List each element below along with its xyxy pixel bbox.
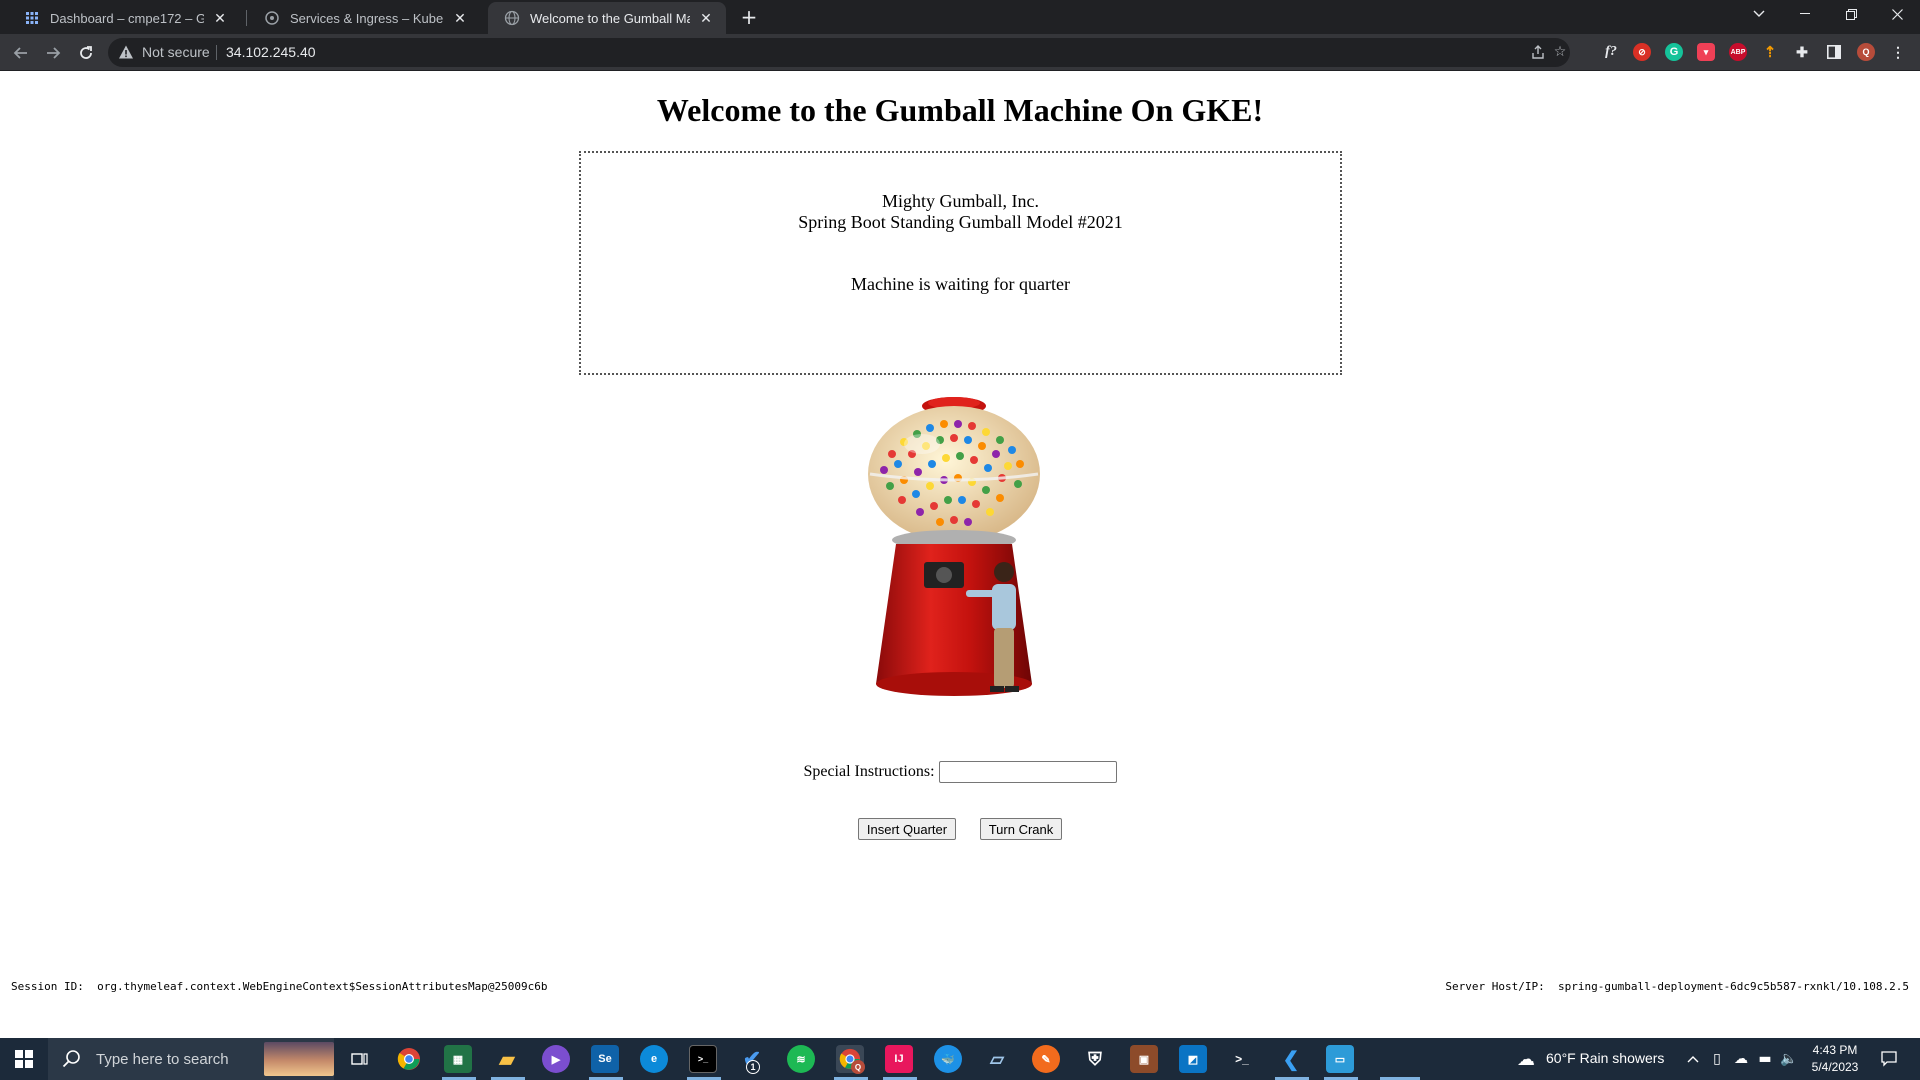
todo-badge: 1 [746,1060,760,1074]
device-icon[interactable]: ▯ [1708,1050,1726,1068]
photos-app-icon[interactable]: ◩ [1179,1045,1207,1073]
close-tab-icon[interactable]: ✕ [698,10,714,26]
network-off-icon[interactable]: ☁ [1732,1050,1750,1068]
arrow-up-extension-icon[interactable]: ⇡ [1761,43,1779,61]
sheets-app-icon[interactable]: ▦ [444,1045,472,1073]
close-tab-icon[interactable]: ✕ [212,10,228,26]
gumball-machine-image [868,397,1040,696]
machine-message-box: Mighty Gumball, Inc. Spring Boot Standin… [579,151,1342,375]
close-tab-icon[interactable]: ✕ [452,10,468,26]
server-host-value: spring-gumball-deployment-6dc9c5b587-rxn… [1558,980,1909,993]
tab-separator [246,10,247,26]
spotify-app-icon[interactable]: ≋ [787,1045,815,1073]
chevron-up-icon[interactable] [1684,1050,1702,1068]
notifications-icon[interactable] [1878,1050,1900,1068]
chrome-menu-icon[interactable]: ⋮ [1889,43,1907,61]
postman-app-icon[interactable]: ✎ [1032,1045,1060,1073]
grammarly-extension-icon[interactable]: G [1665,43,1683,61]
taskbar-clock[interactable]: 4:43 PM 5/4/2023 [1800,1042,1870,1076]
windows-start-icon[interactable] [0,1038,48,1080]
formula-extension-icon[interactable]: f? [1602,43,1620,61]
docker-app-icon[interactable]: 🐳 [934,1045,962,1073]
globe-favicon [504,10,520,26]
tab-title: Services & Ingress – Kubernetes [290,10,444,26]
search-highlight-image [264,1042,334,1076]
gumball-page: Welcome to the Gumball Machine On GKE! M… [0,72,1920,1038]
purple-app-icon[interactable]: ▶ [542,1045,570,1073]
new-tab-plus-icon[interactable]: + [738,6,760,28]
weather-text[interactable]: 60°F Rain showers [1546,1050,1664,1066]
pocket-extension-icon[interactable]: ▾ [1697,43,1715,61]
adblock-extension-icon[interactable]: ABP [1729,43,1747,61]
tab-gumball-machine[interactable]: Welcome to the Gumball Machin ✕ [488,2,726,34]
terminal-app-icon[interactable]: >_ [689,1045,717,1073]
page-title: Welcome to the Gumball Machine On GKE! [656,92,1264,128]
back-arrow-icon[interactable] [9,41,33,65]
battery-icon[interactable]: ▬ [1756,1050,1774,1068]
restore-window-icon[interactable] [1828,0,1874,28]
extensions-puzzle-icon[interactable]: ✚ [1793,43,1811,61]
address-bar[interactable]: Not secure 34.102.245.40 ☆ [108,38,1570,67]
special-instructions-row: Special Instructions: [0,761,1920,783]
machine-status: Machine is waiting for quarter [851,274,1070,294]
clock-date: 5/4/2023 [1811,1060,1859,1074]
warning-triangle-icon[interactable] [118,44,134,60]
search-icon [62,1050,80,1068]
minimize-icon[interactable] [1782,0,1828,28]
taskbar-search-box[interactable]: Type here to search [48,1038,334,1080]
chrome-profile-badge: Q [851,1060,865,1074]
insert-quarter-button[interactable]: Insert Quarter [858,818,956,840]
powershell-app-icon[interactable]: >_ [1228,1045,1256,1073]
session-id-value: org.thymeleaf.context.WebEngineContext$S… [97,980,548,993]
machine-model: Spring Boot Standing Gumball Model #2021 [798,212,1123,232]
kubernetes-favicon [265,11,279,25]
side-panel-icon[interactable] [1825,43,1843,61]
browser-tab-strip: Dashboard – cmpe172 – Google ✕ Services … [0,0,1920,34]
chrome-app-icon[interactable] [395,1045,423,1073]
task-view-icon[interactable] [346,1045,374,1073]
edge-app-icon[interactable]: e [640,1045,668,1073]
profile-avatar-icon[interactable]: Q [1857,43,1875,61]
brown-app-icon[interactable]: ▣ [1130,1045,1158,1073]
browser-toolbar: Not secure 34.102.245.40 ☆ [0,34,1920,71]
url-text[interactable]: 34.102.245.40 [226,44,316,60]
blocker-extension-icon[interactable]: ⊘ [1633,43,1651,61]
search-placeholder: Type here to search [96,1050,229,1068]
turn-crank-button[interactable]: Turn Crank [980,818,1062,840]
security-status[interactable]: Not secure [142,44,210,60]
rain-cloud-icon[interactable]: ☁ [1514,1049,1538,1070]
tab-services-ingress[interactable]: Services & Ingress – Kubernetes ✕ [248,2,480,34]
tab-title: Dashboard – cmpe172 – Google [50,10,204,26]
close-window-icon[interactable] [1874,0,1920,28]
selenium-app-icon[interactable]: Se [591,1045,619,1073]
session-id: Session ID: org.thymeleaf.context.WebEng… [11,980,547,993]
session-id-label: Session ID: [11,980,84,993]
reload-icon[interactable] [74,41,98,65]
volume-icon[interactable]: 🔈 [1780,1050,1798,1068]
company-name: Mighty Gumball, Inc. [882,191,1039,211]
server-host: Server Host/IP: spring-gumball-deploymen… [1445,980,1909,993]
dashboard-favicon [26,12,38,24]
tab-dashboard[interactable]: Dashboard – cmpe172 – Google ✕ [8,2,240,34]
vscode-app-icon[interactable]: ❮ [1277,1045,1305,1073]
remote-desktop-app-icon[interactable]: ▭ [1326,1045,1354,1073]
file-explorer-icon[interactable]: ▰ [493,1045,521,1073]
windows-taskbar: Type here to search ▦ ▰ ▶ Se e >_ ✔ 1 ≋ … [0,1038,1920,1080]
special-instructions-input[interactable] [938,761,1117,783]
omnibox-divider [216,45,217,60]
server-host-label: Server Host/IP: [1445,980,1545,993]
tab-title: Welcome to the Gumball Machin [530,10,690,26]
special-instructions-label: Special Instructions: [803,763,935,780]
intellij-app-icon[interactable]: IJ [885,1045,913,1073]
notes-app-icon[interactable]: ▱ [983,1045,1011,1073]
security-shield-icon[interactable]: ⛨ [1081,1045,1109,1073]
tab-search-chevron-icon[interactable] [1736,0,1782,28]
share-icon[interactable] [1530,44,1546,60]
clock-time: 4:43 PM [1812,1043,1858,1057]
bookmark-star-icon[interactable]: ☆ [1552,44,1568,60]
forward-arrow-icon[interactable] [41,41,65,65]
